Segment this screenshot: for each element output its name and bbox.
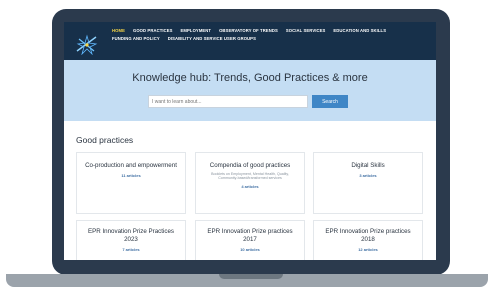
card-compendia[interactable]: Compendia of good practices Booklets on … [195,152,305,214]
laptop-notch [219,274,283,279]
nav-item-good-practices[interactable]: GOOD PRACTICES [133,28,173,33]
nav-item-employment[interactable]: EMPLOYMENT [181,28,212,33]
card-title: Co-production and empowerment [85,162,177,169]
card-title: Digital Skills [351,162,385,169]
page-title: Knowledge hub: Trends, Good Practices & … [132,72,368,84]
card-count[interactable]: 10 articles [196,247,304,252]
card-count[interactable]: 4 articles [196,184,304,189]
site-logo-icon[interactable] [74,33,100,55]
hero-banner: Knowledge hub: Trends, Good Practices & … [64,60,436,121]
nav-row-1: HOME GOOD PRACTICES EMPLOYMENT OBSERVATO… [112,28,430,33]
search-input[interactable] [148,95,308,108]
card-title: EPR Innovation Prize practices 2017 [207,228,293,243]
card-title: EPR Innovation Prize practices 2018 [325,228,411,243]
card-epr-2017[interactable]: EPR Innovation Prize practices 2017 10 a… [195,220,305,260]
card-count[interactable]: 7 articles [77,247,185,252]
card-count[interactable]: 3 articles [314,173,422,178]
nav-item-funding-and-policy[interactable]: FUNDING AND POLICY [112,36,160,41]
card-description: Booklets on Employment, Mental Health, Q… [211,171,289,181]
main-content: Good practices Co-production and empower… [64,121,436,260]
search-button[interactable]: Search [312,95,348,108]
laptop-screen: HOME GOOD PRACTICES EMPLOYMENT OBSERVATO… [64,22,436,260]
card-count[interactable]: 12 articles [314,247,422,252]
nav-item-education-and-skills[interactable]: EDUCATION AND SKILLS [333,28,386,33]
card-epr-2018[interactable]: EPR Innovation Prize practices 2018 12 a… [313,220,423,260]
card-title: EPR Innovation Prize Practices 2023 [88,228,174,243]
main-nav: HOME GOOD PRACTICES EMPLOYMENT OBSERVATO… [112,28,430,44]
nav-item-disability-user-groups[interactable]: DISABILITY AND SERVICE USER GROUPS [168,36,256,41]
card-title: Compendia of good practices [209,162,291,169]
nav-row-2: FUNDING AND POLICY DISABILITY AND SERVIC… [112,36,430,41]
nav-item-home[interactable]: HOME [112,28,125,33]
card-count[interactable]: 11 articles [77,173,185,178]
card-co-production[interactable]: Co-production and empowerment 11 article… [76,152,186,214]
card-epr-2023[interactable]: EPR Innovation Prize Practices 2023 7 ar… [76,220,186,260]
site-header: HOME GOOD PRACTICES EMPLOYMENT OBSERVATO… [64,22,436,60]
card-digital-skills[interactable]: Digital Skills 3 articles [313,152,423,214]
nav-item-observatory-of-trends[interactable]: OBSERVATORY OF TRENDS [219,28,278,33]
section-heading: Good practices [76,135,134,145]
nav-item-social-services[interactable]: SOCIAL SERVICES [286,28,326,33]
